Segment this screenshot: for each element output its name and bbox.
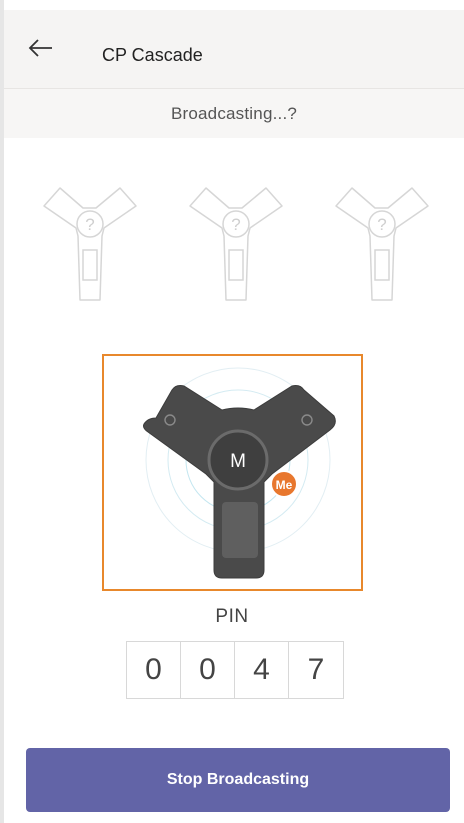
pin-label: PIN [215, 606, 249, 627]
pin-digit: 7 [307, 653, 325, 686]
stop-broadcasting-button[interactable]: Stop Broadcasting [26, 748, 450, 812]
slot-question-mark: ? [231, 215, 240, 234]
device-slot-3[interactable]: ? [330, 178, 434, 306]
broadcast-status-text: Broadcasting...? [170, 103, 298, 123]
app-header: CP Cascade [4, 10, 464, 89]
slot-question-mark: ? [377, 215, 386, 234]
back-button[interactable] [26, 34, 58, 66]
pin-display: 0 0 4 7 [126, 641, 344, 699]
page-title: CP Cascade [102, 45, 203, 65]
me-badge: Me [276, 478, 293, 492]
conference-phone-icon: M Me [143, 367, 336, 579]
device-slot-1[interactable]: ? [38, 178, 142, 306]
my-device-card[interactable]: M Me [102, 354, 363, 591]
slot-question-mark: ? [85, 215, 94, 234]
unknown-device-icon: ? [43, 187, 137, 301]
device-slot-2[interactable]: ? [184, 178, 288, 306]
pin-digit: 0 [127, 642, 181, 698]
unknown-device-icon: ? [189, 187, 283, 301]
unknown-device-icon: ? [335, 187, 429, 301]
pin-digit: 4 [235, 642, 289, 698]
device-center-label: M [230, 451, 246, 472]
arrow-left-icon [28, 39, 52, 57]
pin-digit: 0 [181, 642, 235, 698]
broadcast-status-bar: Broadcasting...? [4, 89, 464, 138]
